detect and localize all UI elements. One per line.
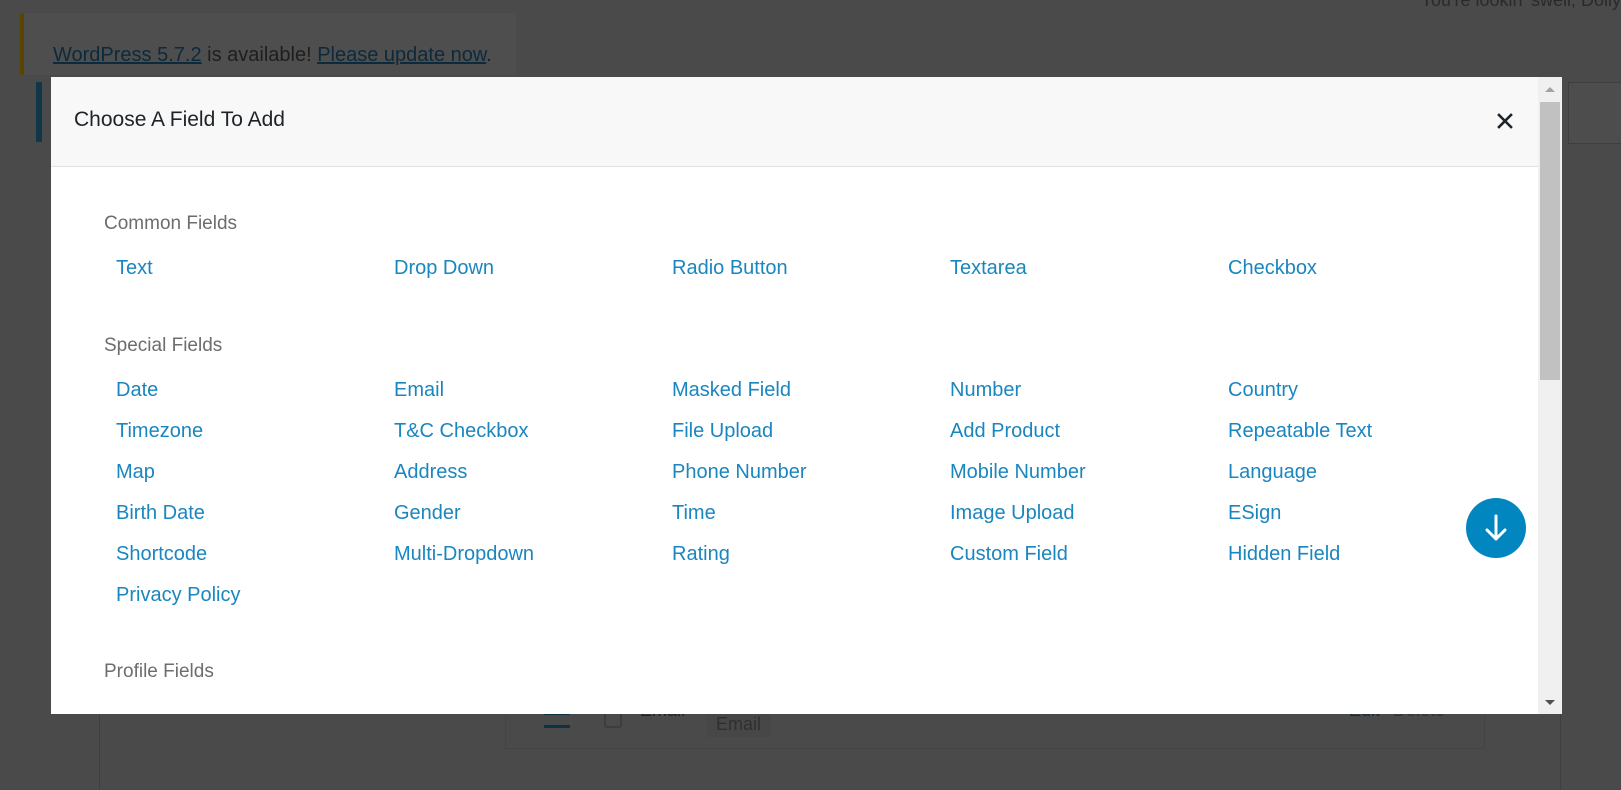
field-option[interactable]: Phone Number	[672, 461, 807, 484]
field-option[interactable]: Number	[950, 379, 1021, 402]
field-option[interactable]: Birth Date	[116, 502, 205, 525]
notice-text: is available!	[201, 44, 318, 66]
field-option[interactable]: Rating	[672, 543, 730, 566]
field-option[interactable]: Checkbox	[1228, 257, 1317, 280]
field-option[interactable]: Hidden Field	[1228, 543, 1340, 566]
field-option[interactable]: Timezone	[116, 420, 203, 443]
wordpress-version-link[interactable]: WordPress 5.7.2	[53, 44, 202, 66]
field-option[interactable]: Email	[394, 379, 444, 402]
scroll-down-button[interactable]	[1466, 498, 1526, 558]
field-option[interactable]: Drop Down	[394, 257, 494, 280]
close-icon	[1497, 113, 1513, 129]
field-option[interactable]: Country	[1228, 379, 1298, 402]
field-option[interactable]: Masked Field	[672, 379, 791, 402]
field-option[interactable]: Text	[116, 257, 153, 280]
scrollbar-thumb[interactable]	[1540, 102, 1560, 380]
triangle-up-icon	[1545, 87, 1555, 92]
scroll-up-arrow[interactable]	[1538, 77, 1562, 99]
section-title: Profile Fields	[104, 661, 214, 682]
field-option[interactable]: Mobile Number	[950, 461, 1086, 484]
background-field-tag: Email	[706, 712, 772, 737]
update-now-link[interactable]: Please update now	[317, 44, 486, 66]
modal-body: Common Fields Text Drop Down Radio Button Te…	[51, 167, 1538, 714]
field-option[interactable]: Map	[116, 461, 155, 484]
update-notice: WordPress 5.7.2 is available! Please upd…	[20, 13, 516, 75]
drag-handle-icon	[544, 712, 570, 728]
field-option[interactable]: Image Upload	[950, 502, 1075, 525]
field-option[interactable]: Privacy Policy	[116, 584, 240, 607]
field-option[interactable]: Custom Field	[950, 543, 1068, 566]
field-option[interactable]: Time	[672, 502, 716, 525]
triangle-down-icon	[1545, 700, 1555, 705]
field-option[interactable]: Add Product	[950, 420, 1060, 443]
modal-title: Choose A Field To Add	[74, 108, 285, 131]
admin-greeting: You're lookin' swell, Dolly	[1420, 0, 1621, 10]
field-option[interactable]: Radio Button	[672, 257, 788, 280]
field-option[interactable]: File Upload	[672, 420, 773, 443]
field-option[interactable]: Address	[394, 461, 467, 484]
field-option[interactable]: T&C Checkbox	[394, 420, 529, 443]
field-option[interactable]: Date	[116, 379, 158, 402]
notice-period: .	[486, 44, 492, 66]
scroll-down-arrow[interactable]	[1538, 692, 1562, 714]
field-option[interactable]: Textarea	[950, 257, 1027, 280]
close-button[interactable]	[1494, 110, 1516, 132]
choose-field-modal: Choose A Field To Add Common Fields Text D…	[51, 77, 1562, 714]
section-title: Common Fields	[104, 213, 238, 234]
background-tab-indicator	[36, 82, 42, 142]
arrow-down-icon	[1485, 514, 1507, 541]
field-option[interactable]: Language	[1228, 461, 1317, 484]
field-option[interactable]: Gender	[394, 502, 461, 525]
modal-scrollbar[interactable]	[1538, 77, 1562, 714]
field-option[interactable]: Shortcode	[116, 543, 207, 566]
field-option[interactable]: ESign	[1228, 502, 1281, 525]
field-option[interactable]: Multi-Dropdown	[394, 543, 534, 566]
modal-header: Choose A Field To Add	[51, 77, 1538, 167]
section-title: Special Fields	[104, 335, 223, 356]
field-option[interactable]: Repeatable Text	[1228, 420, 1372, 443]
background-panel	[1568, 82, 1621, 144]
